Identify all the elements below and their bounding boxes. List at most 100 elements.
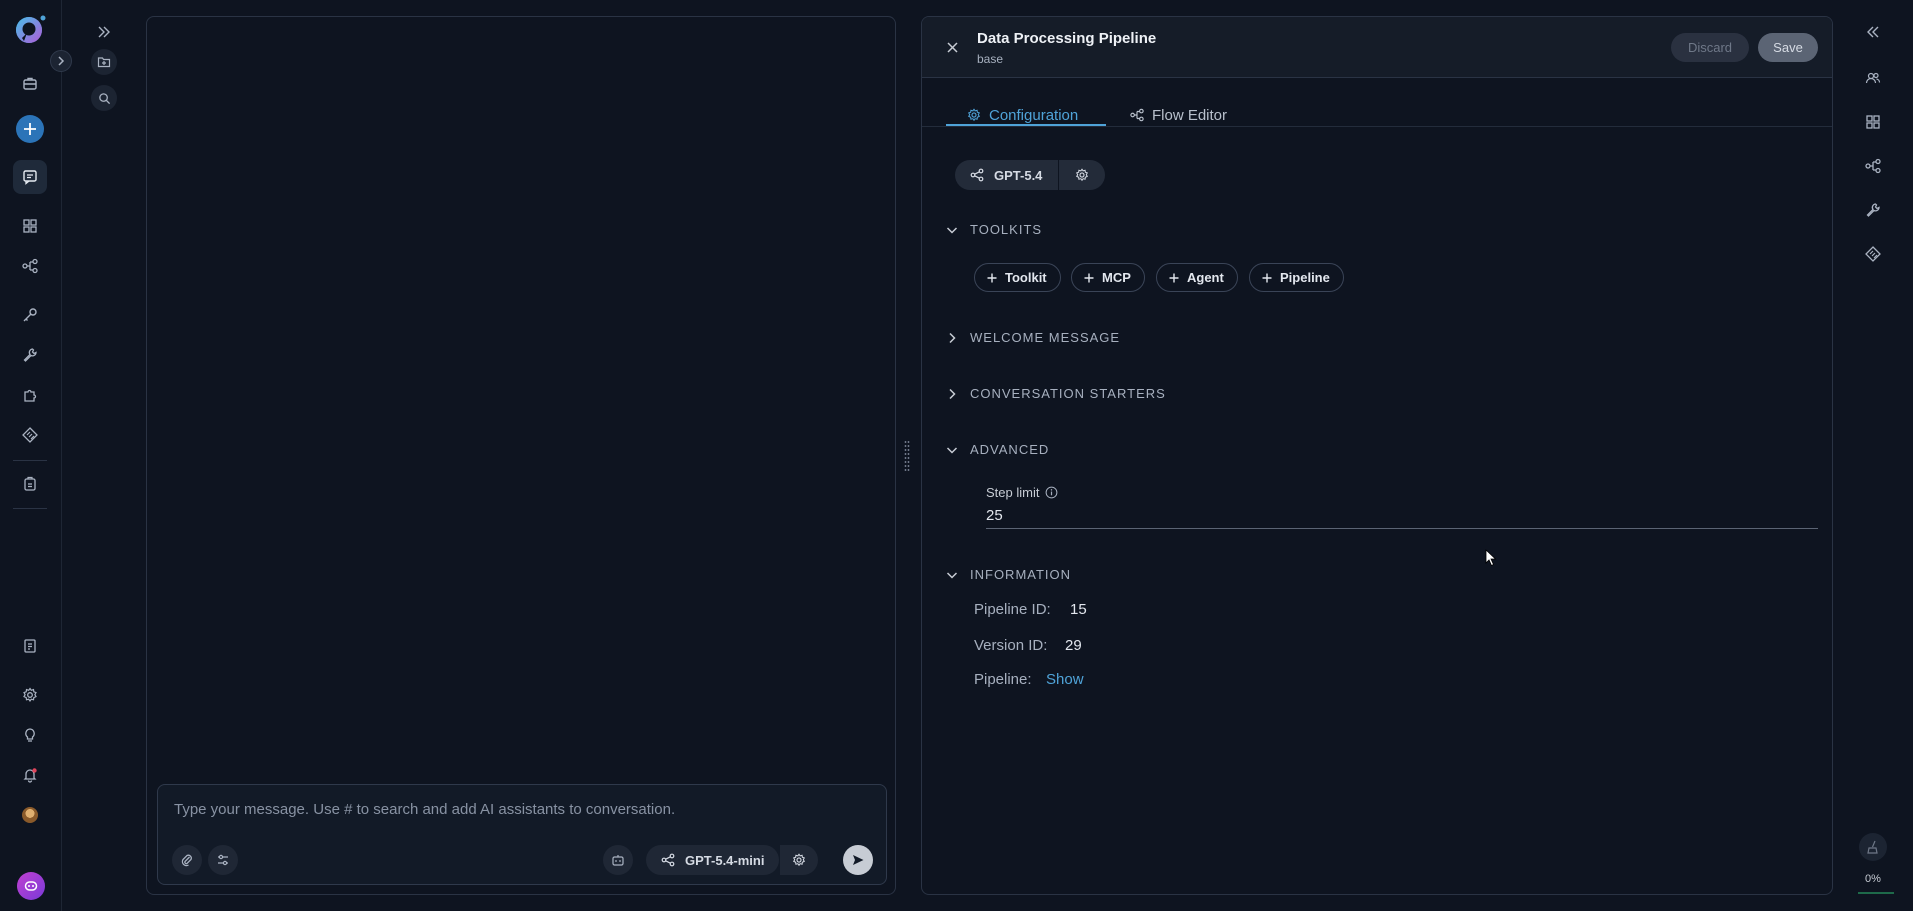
tab-configuration[interactable]: Configuration [967, 97, 1078, 133]
button-label: Toolkit [1005, 270, 1047, 285]
chevron-down-icon [946, 226, 958, 234]
sliders-icon [218, 854, 228, 866]
tabs-divider [922, 126, 1832, 127]
model-selector[interactable]: GPT-5.4 [955, 160, 1058, 190]
close-button[interactable] [943, 38, 961, 56]
tab-flow-editor[interactable]: Flow Editor [1130, 97, 1227, 133]
wrench-icon[interactable] [1858, 195, 1888, 225]
paperclip-icon [181, 854, 192, 867]
prompts-icon[interactable] [13, 418, 47, 452]
pipeline-id-label: Pipeline ID: [974, 601, 1051, 618]
model-label: GPT-5.4 [994, 167, 1043, 183]
user-avatar[interactable] [22, 807, 38, 823]
model-settings-button[interactable] [780, 845, 818, 875]
settings-sliders-button[interactable] [208, 845, 238, 875]
share-nodes-icon [970, 168, 984, 182]
mouse-cursor [1485, 549, 1497, 567]
button-label: Pipeline [1280, 270, 1330, 285]
puzzle-icon[interactable] [13, 378, 47, 412]
section-information-toggle[interactable]: INFORMATION [946, 567, 1071, 582]
assistant-button[interactable] [603, 845, 633, 875]
message-input[interactable]: Type your message. Use # to search and a… [174, 801, 675, 818]
step-limit-input[interactable]: 25 [986, 503, 1818, 529]
pipeline-show-link[interactable]: Show [1046, 671, 1084, 688]
expand-sidebar-button[interactable] [50, 50, 72, 72]
add-agent-button[interactable]: Agent [1156, 263, 1238, 292]
wrench-icon[interactable] [13, 338, 47, 372]
cleanup-button[interactable] [1859, 833, 1887, 861]
left-rail [0, 0, 72, 911]
gear-icon [792, 853, 806, 867]
prompts-icon[interactable] [1858, 239, 1888, 269]
chat-icon[interactable] [13, 160, 47, 194]
pipeline-icon[interactable] [13, 249, 47, 283]
chevron-down-icon [946, 446, 958, 454]
version-subtitle: base [977, 52, 1004, 66]
new-folder-button[interactable] [91, 49, 117, 75]
message-input-box[interactable]: Type your message. Use # to search and a… [157, 784, 887, 885]
page-title: Data Processing Pipeline [977, 30, 1157, 47]
section-toolkits-toggle[interactable]: TOOLKITS [946, 222, 1042, 237]
pipeline-config-panel: Data Processing Pipeline base Discard Sa… [921, 16, 1833, 895]
plus-icon [1084, 273, 1094, 282]
search-button[interactable] [91, 85, 117, 111]
model-selector[interactable]: GPT-5.4-mini [646, 845, 779, 875]
section-label: ADVANCED [970, 442, 1050, 457]
pipeline-id-value: 15 [1070, 601, 1087, 618]
broom-icon [1867, 840, 1878, 854]
discard-button[interactable]: Discard [1671, 33, 1749, 62]
section-label: TOOLKITS [970, 222, 1043, 237]
section-welcome-message-toggle[interactable]: WELCOME MESSAGE [946, 330, 1120, 345]
rail-divider [13, 460, 47, 461]
pipeline-icon[interactable] [1858, 151, 1888, 181]
app-logo[interactable] [14, 14, 46, 46]
gear-icon [1075, 168, 1089, 182]
bell-icon[interactable] [13, 758, 47, 792]
document-icon[interactable] [13, 629, 47, 663]
save-button[interactable]: Save [1758, 33, 1818, 62]
add-mcp-button[interactable]: MCP [1071, 263, 1145, 292]
pipeline-label: Pipeline: [974, 671, 1032, 688]
double-chevron-left-icon [1867, 26, 1879, 38]
chevron-right-icon [949, 332, 956, 343]
double-chevron-right-icon [98, 26, 110, 38]
share-nodes-icon [661, 853, 675, 867]
version-id-label: Version ID: [974, 637, 1048, 654]
lightbulb-icon[interactable] [13, 718, 47, 752]
model-settings-button[interactable] [1059, 160, 1105, 190]
new-chat-button[interactable] [13, 112, 47, 146]
grid-icon[interactable] [13, 209, 47, 243]
pipeline-icon [1130, 108, 1144, 122]
chevron-down-icon [946, 571, 958, 579]
progress-percent: 0% [1865, 873, 1881, 885]
artifacts-icon[interactable] [13, 467, 47, 501]
participants-icon[interactable] [1858, 63, 1888, 93]
section-conversation-starters-toggle[interactable]: CONVERSATION STARTERS [946, 386, 1166, 401]
chat-panel: Type your message. Use # to search and a… [146, 16, 896, 895]
rail-divider [13, 508, 47, 509]
briefcase-icon[interactable] [13, 67, 47, 101]
attach-button[interactable] [172, 845, 202, 875]
close-icon [946, 41, 958, 53]
chevron-right-icon [58, 56, 65, 66]
panel-header: Data Processing Pipeline base Discard Sa… [922, 17, 1832, 78]
grid-icon[interactable] [1858, 107, 1888, 137]
plus-icon [1169, 273, 1179, 282]
key-icon[interactable] [13, 298, 47, 332]
section-advanced-toggle[interactable]: ADVANCED [946, 442, 1049, 457]
expand-panel-button[interactable] [90, 18, 118, 46]
tab-label: Flow Editor [1152, 106, 1228, 124]
panel-resize-handle[interactable] [904, 440, 910, 472]
progress-bar [1858, 892, 1894, 894]
section-label: CONVERSATION STARTERS [970, 386, 1166, 401]
send-button[interactable] [843, 845, 873, 875]
info-icon[interactable] [1045, 486, 1058, 499]
add-pipeline-button[interactable]: Pipeline [1249, 263, 1344, 292]
add-toolkit-button[interactable]: Toolkit [974, 263, 1061, 292]
assistant-logo-icon[interactable] [17, 872, 45, 900]
section-label: INFORMATION [970, 567, 1072, 582]
version-id-value: 29 [1065, 637, 1082, 654]
collapse-right-panel-button[interactable] [1858, 17, 1888, 47]
send-icon [853, 855, 864, 865]
gear-icon[interactable] [13, 678, 47, 712]
